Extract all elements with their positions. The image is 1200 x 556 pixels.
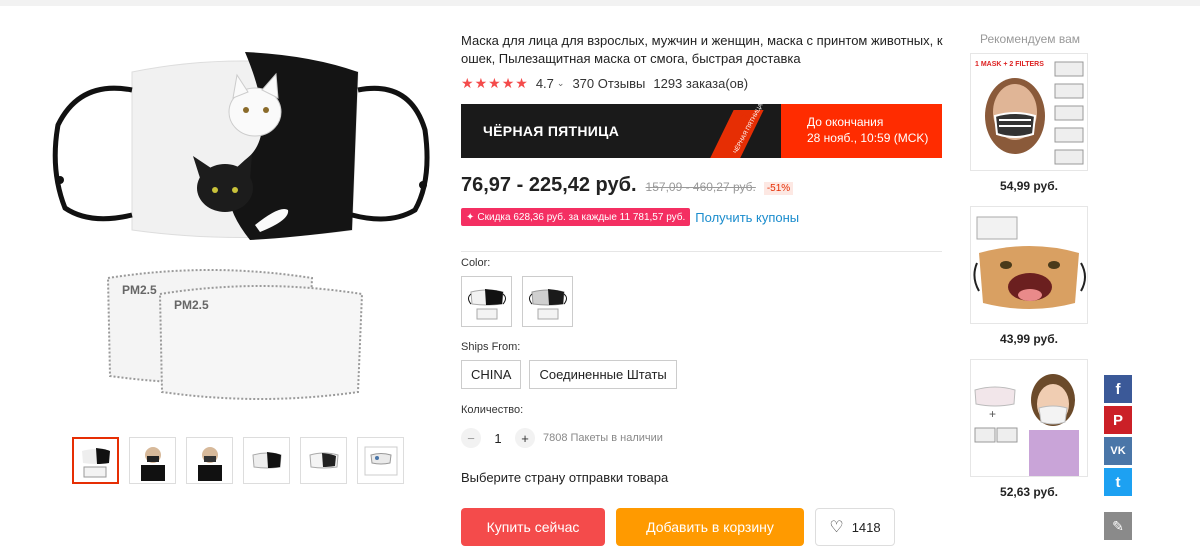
rating-stars: ★ ★ ★ ★ ★ <box>461 75 528 92</box>
heart-icon: ♡ <box>829 519 844 536</box>
current-price: 76,97 - 225,42 руб. <box>461 174 637 196</box>
edit-icon[interactable]: ✎ <box>1104 512 1132 540</box>
old-price: 157,09 - 460,27 руб. <box>645 180 756 194</box>
ship-option-usa[interactable]: Соединенные Штаты <box>529 360 677 389</box>
ships-from-options: CHINA Соединенные Штаты <box>461 360 677 389</box>
add-to-cart-button[interactable]: Добавить в корзину <box>616 508 804 546</box>
quantity-minus-button[interactable]: − <box>461 428 481 448</box>
quantity-value[interactable]: 1 <box>481 431 515 446</box>
reco-item-2[interactable]: 43,99 руб. <box>970 206 1088 346</box>
reco-image-3[interactable]: + <box>970 359 1088 477</box>
chevron-down-icon[interactable]: ⌄ <box>557 78 565 89</box>
reco-price-2: 43,99 руб. <box>1000 332 1058 346</box>
promo-countdown: До окончания 28 нояб., 10:59 (MCK) <box>781 104 942 158</box>
ships-from-label: Ships From: <box>461 341 521 353</box>
main-product-image[interactable]: PM2.5 PM2.5 <box>40 40 440 420</box>
reco-item-1[interactable]: 1 MASK + 2 FILTERS 54,99 руб. <box>970 53 1088 193</box>
color-label: Color: <box>461 257 491 269</box>
thumbnail-3[interactable] <box>186 437 233 484</box>
star-icon: ★ <box>461 74 474 91</box>
promo-until-date: 28 нояб., 10:59 (MCK) <box>807 131 929 145</box>
rating-value[interactable]: 4.7 <box>536 76 554 91</box>
vk-icon[interactable]: VK <box>1104 437 1132 465</box>
recommendations: Рекомендуем вам 1 MASK + 2 FILTERS 54,99… <box>968 32 1092 499</box>
quantity-label: Количество: <box>461 404 524 416</box>
reviews-link[interactable]: 370 Отзывы <box>572 76 645 91</box>
reco-price-1: 54,99 руб. <box>1000 179 1058 193</box>
stock-count: 7808 Пакеты в наличии <box>543 432 663 444</box>
thumbnail-1[interactable] <box>72 437 119 484</box>
coupon-badge: ✦ Скидка 628,36 руб. за каждые 11 781,57… <box>461 208 691 226</box>
social-share: f P VK t ✎ <box>1104 375 1132 540</box>
get-coupons-link[interactable]: Получить купоны <box>695 210 799 225</box>
top-strip <box>0 0 1200 6</box>
promo-until-label: До окончания <box>807 115 884 129</box>
thumbnail-6[interactable] <box>357 437 404 484</box>
star-icon: ★ <box>515 74 528 91</box>
divider <box>461 251 942 252</box>
svg-text:+: + <box>989 407 996 421</box>
star-icon: ★ <box>474 74 488 91</box>
reco-banner-text: 1 MASK + 2 FILTERS <box>975 61 1044 68</box>
star-icon: ★ <box>488 74 501 91</box>
reco-image-1[interactable]: 1 MASK + 2 FILTERS <box>970 53 1088 171</box>
quantity-plus-button[interactable]: + <box>515 428 535 448</box>
twitter-icon[interactable]: t <box>1104 468 1132 496</box>
reco-item-3[interactable]: + 52,63 руб. <box>970 359 1088 499</box>
wishlist-button[interactable]: ♡ 1418 <box>815 508 895 546</box>
ship-option-china[interactable]: CHINA <box>461 360 522 389</box>
promo-left: ЧЁРНАЯ ПЯТНИЦА ЧЁРНАЯ ПЯТНИЦА ✦ <box>461 104 781 158</box>
thumbnail-4[interactable] <box>243 437 290 484</box>
reco-image-2[interactable] <box>970 206 1088 324</box>
wishlist-count: 1418 <box>851 519 881 535</box>
action-buttons: Купить сейчас Добавить в корзину ♡ 1418 <box>461 508 895 546</box>
buy-now-button[interactable]: Купить сейчас <box>461 508 605 546</box>
filter-label-2: PM2.5 <box>174 298 209 312</box>
thumbnail-strip <box>72 437 404 484</box>
facebook-icon[interactable]: f <box>1104 375 1132 403</box>
rating-row: ★ ★ ★ ★ ★ 4.7 ⌄ 370 Отзывы 1293 заказа(о… <box>461 75 946 91</box>
recommendations-title: Рекомендуем вам <box>979 32 1081 46</box>
black-friday-banner: ЧЁРНАЯ ПЯТНИЦА ЧЁРНАЯ ПЯТНИЦА ✦ До оконч… <box>461 104 942 158</box>
pinterest-icon[interactable]: P <box>1104 406 1132 434</box>
ship-country-prompt[interactable]: Выберите страну отправки товара <box>461 470 668 485</box>
discount-badge: -51% <box>763 182 794 195</box>
thumbnail-2[interactable] <box>129 437 176 484</box>
color-option-white-black[interactable] <box>461 276 512 327</box>
price-row: 76,97 - 225,42 руб. 157,09 - 460,27 руб.… <box>461 174 794 197</box>
star-icon: ★ <box>501 74 515 91</box>
coupon-text: Скидка 628,36 руб. за каждые 11 781,57 р… <box>477 211 686 223</box>
color-option-gray-black[interactable] <box>522 276 573 327</box>
thumbnail-5[interactable] <box>300 437 347 484</box>
sparkle-icon: ✦ <box>466 211 475 223</box>
product-title: Маска для лица для взрослых, мужчин и же… <box>461 33 943 66</box>
coupon-row: ✦ Скидка 628,36 руб. за каждые 11 781,57… <box>461 208 799 226</box>
promo-title: ЧЁРНАЯ ПЯТНИЦА <box>483 123 620 139</box>
product-info: Маска для лица для взрослых, мужчин и же… <box>461 32 946 546</box>
quantity-stepper: − 1 + 7808 Пакеты в наличии <box>461 428 663 448</box>
color-options <box>461 276 573 327</box>
filter-label-1: PM2.5 <box>122 283 157 297</box>
orders-count: 1293 заказа(ов) <box>653 75 749 91</box>
sparkle-icon: ✦ <box>740 112 749 123</box>
reco-price-3: 52,63 руб. <box>1000 485 1058 499</box>
